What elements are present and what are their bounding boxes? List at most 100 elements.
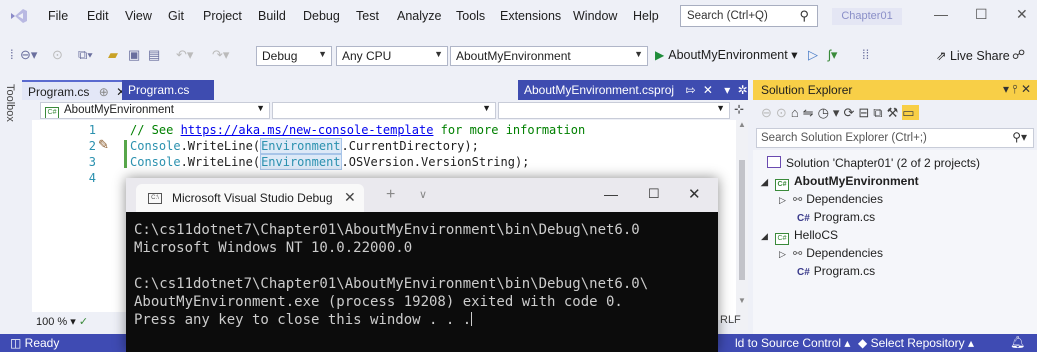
save-icon[interactable]: ▣ [128,47,140,63]
tree-solution[interactable]: Solution 'Chapter01' (2 of 2 projects) [767,156,980,170]
split-icon[interactable]: ⊹ [734,102,744,116]
expanded-icon[interactable]: ◢ [761,231,775,242]
console-titlebar: C:\ Microsoft Visual Studio Debug C ✕ + … [126,178,718,212]
minimize-icon[interactable]: — [604,186,618,202]
tab-program-cs-preview[interactable]: Program.cs [122,80,214,100]
platform-select[interactable]: Any CPU ▼ [336,46,448,66]
hot-reload-icon[interactable]: ʃ▾ [828,47,837,63]
forward-icon[interactable]: ⊙ [776,105,791,120]
history-icon[interactable]: ◷▾ [818,105,844,120]
new-item-icon[interactable]: ⧉▾ [78,47,93,63]
menu-help[interactable]: Help [633,9,659,23]
pin-icon[interactable]: ⊕ [99,85,109,99]
tree-project-hellocs[interactable]: ◢ C# HelloCS [761,228,838,245]
type-nav-select[interactable]: ▼ [272,102,496,119]
issues-icon[interactable]: ✓ [79,316,88,328]
forward-icon[interactable]: ⊙ [52,47,63,63]
menu-tools[interactable]: Tools [456,9,485,23]
tree-label: AboutMyEnvironment [794,174,919,188]
toolbox-tab[interactable]: Toolbox [4,84,16,122]
search-input[interactable]: Search (Ctrl+Q) ⚲ [680,5,818,27]
tab-csproj[interactable]: AboutMyEnvironment.csproj ⇰ ✕ ▾ ✲ [518,80,748,100]
collapsed-icon[interactable]: ▷ [779,195,793,206]
menu-window[interactable]: Window [573,9,617,23]
preview-icon[interactable]: ▭ [902,105,919,120]
tree-file-program-cs[interactable]: C# Program.cs [797,264,875,278]
menu-test[interactable]: Test [356,9,379,23]
add-to-source-control-button[interactable]: ld to Source Control ▴ [735,336,850,350]
back-icon[interactable]: ⊖ [761,105,776,120]
menu-analyze[interactable]: Analyze [397,9,441,23]
tree-file-program-cs[interactable]: C# Program.cs [797,210,875,224]
menu-file[interactable]: File [48,9,68,23]
tree-label: Program.cs [813,264,876,278]
console-tab[interactable]: C:\ Microsoft Visual Studio Debug C ✕ [136,184,364,212]
pin-icon[interactable]: ⇰ [685,83,695,97]
menu-git[interactable]: Git [168,9,184,23]
console-window[interactable]: C:\ Microsoft Visual Studio Debug C ✕ + … [126,178,718,352]
refresh-icon[interactable]: ⟳ [843,105,858,120]
undo-icon[interactable]: ↶▾ [176,47,193,63]
show-all-files-icon[interactable]: ⧉ [873,105,886,120]
menu-build[interactable]: Build [258,9,286,23]
save-all-icon[interactable]: ▤ [148,47,160,63]
gear-icon[interactable]: ✲ [738,83,748,97]
vertical-scrollbar[interactable]: ▲ ▼ [736,120,748,330]
quick-action-icon[interactable]: ✎ [98,137,109,153]
redo-icon[interactable]: ↷▾ [212,47,229,63]
tab-program-cs[interactable]: Program.cs ⊕ ✕ [22,80,133,100]
new-tab-icon[interactable]: + [386,186,395,204]
solution-icon [767,156,781,168]
startup-project-select[interactable]: AboutMyEnvironment ▼ [450,46,648,66]
zoom-select[interactable]: 100 % ▾ ✓ [36,315,88,328]
maximize-icon[interactable]: ☐ [648,186,660,202]
tree-dependencies[interactable]: ▷ ⚯ Dependencies [779,246,883,260]
menu-project[interactable]: Project [203,9,242,23]
chevron-down-icon[interactable]: ▾ [724,83,730,97]
maximize-icon[interactable]: ☐ [975,6,988,23]
scroll-down-icon[interactable]: ▼ [738,296,746,305]
chevron-down-icon[interactable]: ▾ [1003,82,1009,96]
back-icon[interactable]: ⊖▾ [20,47,37,63]
tree-dependencies[interactable]: ▷ ⚯ Dependencies [779,192,883,206]
solution-explorer-search-input[interactable]: Search Solution Explorer (Ctrl+;) ⚲▾ [756,128,1034,148]
pin-icon[interactable]: ⫯ [1012,82,1017,96]
feedback-icon[interactable]: ☍ [1012,47,1025,63]
project-nav-select[interactable]: C# AboutMyEnvironment ▼ [40,102,270,119]
switch-views-icon[interactable]: ⇋ [803,105,818,120]
open-folder-icon[interactable]: ▰ [108,47,118,63]
close-icon[interactable]: ✕ [1016,6,1028,23]
line-ending-indicator[interactable]: RLF [720,314,741,326]
code-link[interactable]: https://aka.ms/new-console-template [181,123,434,137]
configuration-select[interactable]: Debug ▼ [256,46,332,66]
scrollbar-thumb[interactable] [739,160,745,280]
scroll-up-icon[interactable]: ▲ [738,120,746,129]
collapsed-icon[interactable]: ▷ [779,249,793,260]
solution-tree: Solution 'Chapter01' (2 of 2 projects) ◢… [753,150,1037,334]
member-nav-select[interactable]: ▼ [498,102,730,119]
menu-extensions[interactable]: Extensions [500,9,561,23]
close-icon[interactable]: ✕ [1021,82,1031,96]
start-without-debugging-icon[interactable]: ▷ [808,47,818,63]
minimize-icon[interactable]: — [934,6,948,22]
chevron-down-icon[interactable]: ∨ [419,188,427,201]
menu-edit[interactable]: Edit [87,9,109,23]
csharp-project-icon: C# [45,107,59,118]
solution-explorer-search-placeholder: Search Solution Explorer (Ctrl+;) [761,132,927,144]
live-share-button[interactable]: ⇗ Live Share [936,48,1010,63]
chevron-down-icon: ▼ [634,49,643,59]
properties-icon[interactable]: ⚒ [887,105,903,120]
tree-project-aboutmyenvironment[interactable]: ◢ C# AboutMyEnvironment [761,174,919,191]
collapse-all-icon[interactable]: ⊟ [858,105,873,120]
close-icon[interactable]: ✕ [688,185,701,203]
expanded-icon[interactable]: ◢ [761,177,775,188]
home-icon[interactable]: ⌂ [791,105,803,120]
close-icon[interactable]: ✕ [344,189,356,206]
close-icon[interactable]: ✕ [703,83,713,97]
start-debugging-button[interactable]: ▶ AboutMyEnvironment ▾ [655,47,798,62]
select-repository-button[interactable]: ◆ Select Repository ▴ [858,336,974,350]
notifications-icon[interactable]: 🔔︎ [1010,335,1025,349]
step-icon[interactable]: ⁞⁞ [862,47,869,62]
menu-debug[interactable]: Debug [303,9,340,23]
menu-view[interactable]: View [125,9,152,23]
